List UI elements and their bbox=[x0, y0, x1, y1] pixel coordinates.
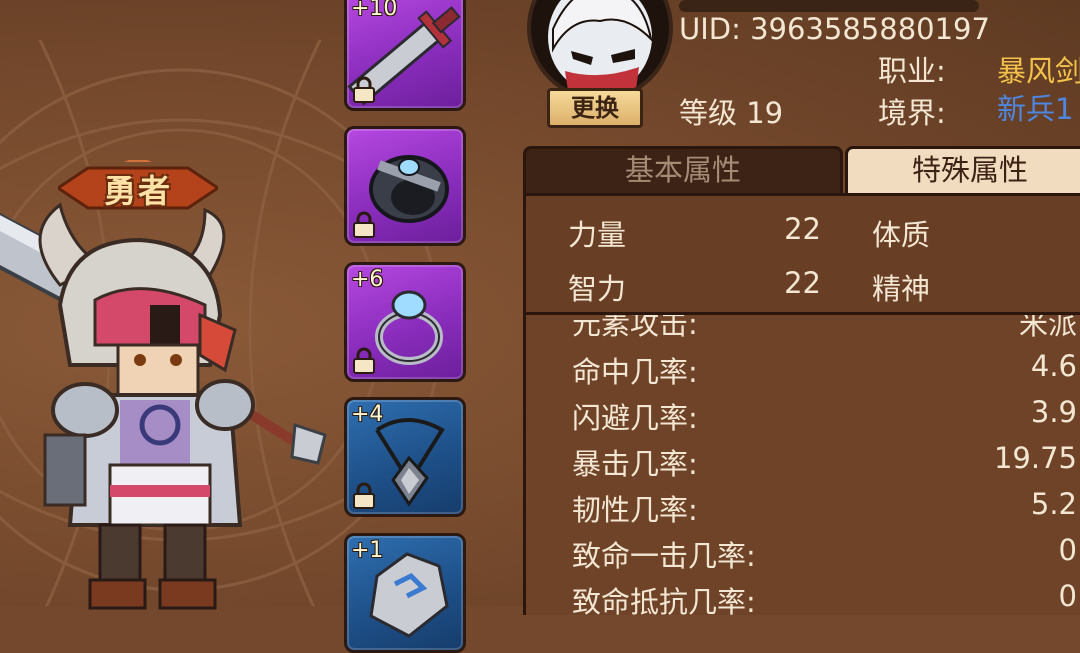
enhance-level: +10 bbox=[351, 0, 398, 21]
stat-row-label: 命中几率: bbox=[572, 355, 698, 389]
stat-row-label: 元素攻击: bbox=[572, 315, 698, 341]
enhance-level: +1 bbox=[351, 538, 384, 563]
stat-row-value: 0 bbox=[1058, 533, 1077, 567]
intellect-value: 22 bbox=[784, 266, 821, 300]
lock-icon bbox=[353, 347, 375, 374]
special-stats-list[interactable]: 元素攻击: 米派 命中几率: 4.6 闪避几率: 3.9 暴击几率: 19.75… bbox=[523, 315, 1080, 615]
stat-row-value: 米派 bbox=[1018, 315, 1077, 341]
stat-row-label: 韧性几率: bbox=[572, 493, 698, 527]
intellect-label: 智力 bbox=[568, 272, 627, 306]
hero-knight-character bbox=[0, 195, 327, 610]
realm-value: 新兵1 bbox=[997, 92, 1074, 126]
strength-label: 力量 bbox=[568, 218, 627, 252]
equipment-slot-ring[interactable]: +6 bbox=[344, 262, 466, 382]
enhance-level: +4 bbox=[351, 402, 384, 427]
lock-icon bbox=[353, 76, 375, 103]
spirit-label: 精神 bbox=[872, 272, 931, 306]
stat-row-value: 0 bbox=[1058, 579, 1077, 613]
base-stats-panel: 力量 22 体质 智力 22 精神 bbox=[523, 193, 1080, 315]
lock-icon bbox=[353, 482, 375, 509]
stat-row-label: 致命一击几率: bbox=[572, 539, 756, 573]
equipment-slot-weapon[interactable]: +10 bbox=[344, 0, 466, 111]
stat-row-label: 暴击几率: bbox=[572, 447, 698, 481]
class-value: 暴风剑 bbox=[997, 54, 1080, 88]
stat-row-value: 4.6 bbox=[1030, 349, 1077, 383]
lock-icon bbox=[353, 211, 375, 238]
player-level: 等级 19 bbox=[679, 96, 784, 130]
enhance-level: +6 bbox=[351, 267, 384, 292]
stat-row-value: 5.2 bbox=[1030, 487, 1077, 521]
name-bar bbox=[679, 0, 979, 12]
equipment-slot-bracer[interactable] bbox=[344, 126, 466, 246]
equipment-slot-gem[interactable]: +1 bbox=[344, 533, 466, 653]
stat-row-label: 闪避几率: bbox=[572, 401, 698, 435]
change-avatar-button[interactable]: 更换 bbox=[547, 88, 643, 128]
realm-label: 境界: bbox=[878, 96, 946, 130]
stat-row-value: 19.75 bbox=[993, 441, 1077, 475]
constitution-label: 体质 bbox=[872, 218, 931, 252]
player-uid: UID: 3963585880197 bbox=[679, 12, 990, 46]
equipment-slot-amulet[interactable]: +4 bbox=[344, 397, 466, 517]
stat-row-value: 3.9 bbox=[1030, 395, 1077, 429]
stat-row-label: 致命抵抗几率: bbox=[572, 585, 756, 615]
tab-basic-attributes[interactable]: 基本属性 bbox=[523, 146, 843, 194]
avatar-portrait bbox=[548, 0, 653, 97]
tab-special-attributes[interactable]: 特殊属性 bbox=[845, 146, 1080, 194]
strength-value: 22 bbox=[784, 212, 821, 246]
class-label: 职业: bbox=[878, 54, 946, 88]
